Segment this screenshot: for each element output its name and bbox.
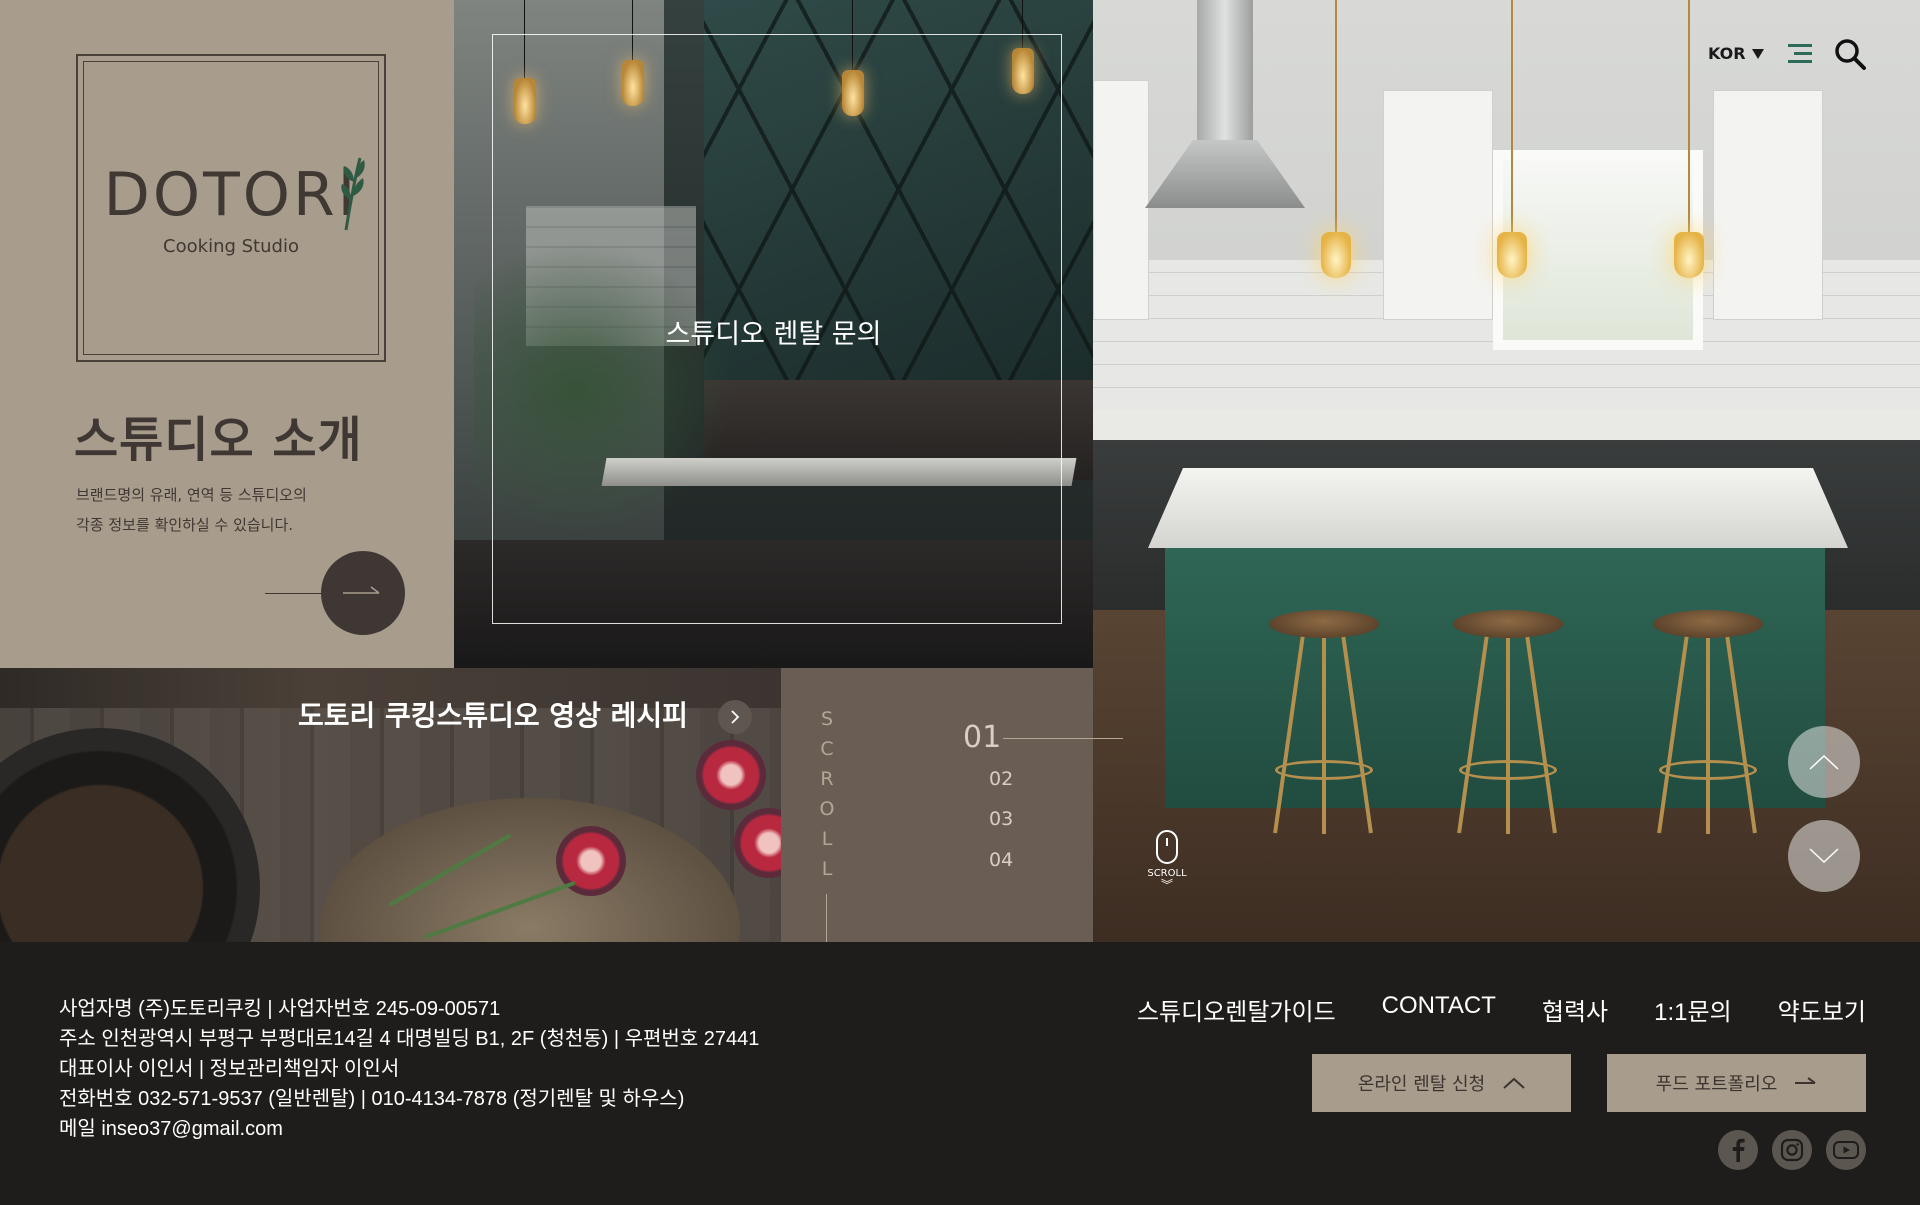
kitchen-shelf xyxy=(1713,90,1823,320)
company-info-line: 주소 인천광역시 부평구 부평대로14길 4 대명빌딩 B1, 2F (청천동)… xyxy=(59,1028,760,1050)
chevron-up-icon xyxy=(1809,754,1839,770)
range-hood xyxy=(1145,0,1305,210)
food-portfolio-button[interactable]: 푸드 포트폴리오 xyxy=(1607,1054,1866,1112)
instagram-button[interactable] xyxy=(1772,1130,1812,1170)
chevron-up-icon xyxy=(1503,1077,1525,1089)
scroll-letter: L xyxy=(821,828,833,850)
company-info: 사업자명 (주)도토리쿠킹 | 사업자번호 245-09-00571 주소 인천… xyxy=(59,994,759,1144)
pendant-cord xyxy=(1335,0,1337,232)
menu-icon[interactable] xyxy=(1788,44,1812,64)
chevron-down-icon xyxy=(1809,848,1839,864)
mouse-icon xyxy=(1156,830,1178,864)
company-info-line: 전화번호 032-571-9537 (일반렌탈) | 010-4134-7878… xyxy=(59,1088,685,1110)
scroll-letter: O xyxy=(819,798,835,820)
bar-stool xyxy=(1653,610,1763,840)
scroll-hint: SCROLL ︾ xyxy=(1144,830,1190,891)
page-current-line xyxy=(1003,738,1123,739)
scroll-letter: C xyxy=(820,738,834,760)
bar-stool xyxy=(1453,610,1563,840)
online-rental-button[interactable]: 온라인 렌탈 신청 xyxy=(1312,1054,1571,1112)
intro-desc-line: 브랜드명의 유래, 연역 등 스튜디오의 xyxy=(76,486,307,504)
kitchen-cabinet xyxy=(1093,80,1149,320)
search-icon[interactable] xyxy=(1834,38,1866,70)
pendant-light xyxy=(1321,232,1351,278)
arrow-right-icon xyxy=(1795,1077,1816,1084)
company-info-line: 사업자명 (주)도토리쿠킹 | 사업자번호 245-09-00571 xyxy=(59,998,501,1020)
intro-description: 브랜드명의 유래, 연역 등 스튜디오의 각종 정보를 확인하실 수 있습니다. xyxy=(76,480,366,540)
pendant-cord xyxy=(1511,0,1513,232)
logo[interactable]: DOTORI Cooking Studio xyxy=(76,54,386,362)
recipe-more-button[interactable] xyxy=(718,700,752,734)
kitchen-cabinet xyxy=(1383,90,1493,320)
language-selector[interactable]: KOR xyxy=(1708,44,1764,63)
online-rental-label: 온라인 렌탈 신청 xyxy=(1357,1074,1486,1095)
footer-nav: 스튜디오렌탈가이드 CONTACT 협력사 1:1문의 약도보기 xyxy=(1137,992,1866,1027)
slide-down-button[interactable] xyxy=(1788,820,1860,892)
scroll-vertical-text: S C R O L L xyxy=(817,704,837,884)
scroll-letter: S xyxy=(820,708,834,730)
youtube-icon xyxy=(1833,1141,1859,1159)
scroll-letter: L xyxy=(821,858,833,880)
background-fig xyxy=(696,740,766,810)
food-portfolio-label: 푸드 포트폴리오 xyxy=(1655,1074,1778,1095)
nav-inquiry[interactable]: 1:1문의 xyxy=(1654,992,1732,1027)
company-info-line: 메일 inseo37@gmail.com xyxy=(59,1118,283,1140)
nav-contact[interactable]: CONTACT xyxy=(1382,992,1496,1027)
arrow-right-icon xyxy=(343,586,380,594)
pendant-cord xyxy=(1688,0,1690,232)
pendant-light xyxy=(1497,232,1527,278)
page-current[interactable]: 01 xyxy=(963,720,1001,755)
slide-up-button[interactable] xyxy=(1788,726,1860,798)
double-chevron-down-icon: ︾ xyxy=(1160,878,1173,892)
nav-partners[interactable]: 협력사 xyxy=(1542,992,1608,1027)
caret-down-icon xyxy=(1751,48,1764,59)
logo-subtitle: Cooking Studio xyxy=(163,236,299,257)
intro-more-button[interactable] xyxy=(321,551,405,635)
studio-rental-panel[interactable]: 스튜디오 렌탈 문의 xyxy=(454,0,1093,668)
instagram-icon xyxy=(1780,1138,1804,1162)
studio-intro-panel: DOTORI Cooking Studio 스튜디오 소개 브랜드명의 유래, … xyxy=(0,0,454,668)
page-item[interactable]: 04 xyxy=(989,849,1013,871)
company-info-line: 대표이사 이인서 | 정보관리책임자 이인서 xyxy=(59,1058,400,1080)
island-countertop xyxy=(1148,468,1848,548)
intro-desc-line: 각종 정보를 확인하실 수 있습니다. xyxy=(76,516,294,534)
nav-map[interactable]: 약도보기 xyxy=(1778,992,1866,1027)
slide-pager-panel: S C R O L L 01 02 03 04 xyxy=(781,668,1123,964)
logo-text: DOTORI xyxy=(103,160,359,230)
kitchen-counter xyxy=(1093,410,1920,440)
video-recipe-panel[interactable]: 도토리 쿠킹스튜디오 영상 레시피 xyxy=(0,668,781,942)
page-item[interactable]: 03 xyxy=(989,808,1013,830)
bar-stool xyxy=(1269,610,1379,840)
facebook-button[interactable] xyxy=(1718,1130,1758,1170)
leaf-icon xyxy=(341,157,365,231)
kitchen-hero-image xyxy=(1093,0,1920,942)
scroll-letter: R xyxy=(820,768,834,790)
chevron-right-icon xyxy=(731,710,740,724)
page-item[interactable]: 02 xyxy=(989,768,1013,790)
youtube-button[interactable] xyxy=(1826,1130,1866,1170)
nav-rental-guide[interactable]: 스튜디오렌탈가이드 xyxy=(1137,992,1336,1027)
intro-title: 스튜디오 소개 xyxy=(74,412,363,468)
facebook-icon xyxy=(1732,1138,1745,1162)
pendant-light xyxy=(1674,232,1704,278)
recipe-title[interactable]: 도토리 쿠킹스튜디오 영상 레시피 xyxy=(298,694,688,734)
rental-title[interactable]: 스튜디오 렌탈 문의 xyxy=(454,312,1093,351)
language-label: KOR xyxy=(1708,44,1746,63)
footer: 사업자명 (주)도토리쿠킹 | 사업자번호 245-09-00571 주소 인천… xyxy=(0,942,1920,1205)
